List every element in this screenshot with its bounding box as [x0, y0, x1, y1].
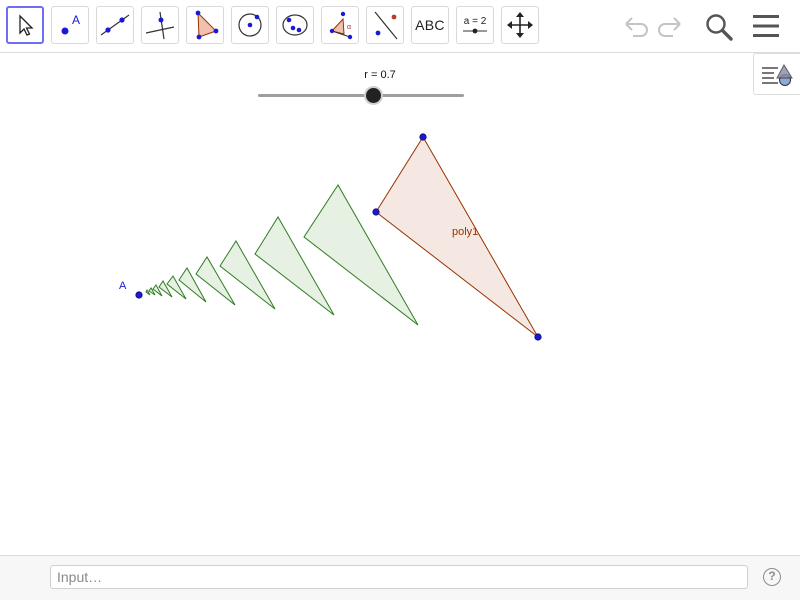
move-tool-button[interactable]: [6, 6, 44, 44]
text-tool-button[interactable]: ABC: [411, 6, 449, 44]
slider-tool-button[interactable]: a = 2: [456, 6, 494, 44]
line-through-points-icon: [100, 14, 130, 36]
circle-three-points-icon: [282, 14, 308, 36]
point-icon: A: [61, 13, 80, 35]
perpendicular-line-icon: [145, 11, 175, 40]
polygon-icon: [195, 10, 219, 40]
arrow-cursor-icon: [19, 14, 34, 36]
perpendicular-line-tool-button[interactable]: [141, 6, 179, 44]
redo-button[interactable]: [655, 12, 687, 40]
polygon-label: poly1: [452, 226, 478, 238]
undo-button[interactable]: [619, 12, 651, 40]
iterated-triangles: [145, 184, 419, 326]
graphics-view[interactable]: poly1 A: [0, 54, 800, 555]
point-tool-button[interactable]: A: [51, 6, 89, 44]
circle-three-points-tool-button[interactable]: [276, 6, 314, 44]
angle-tool-button[interactable]: α: [321, 6, 359, 44]
angle-icon: α: [329, 11, 353, 40]
svg-text:α: α: [347, 24, 351, 31]
search-button[interactable]: [703, 11, 735, 43]
circle-center-point-icon: [238, 13, 262, 37]
move-graphics-tool-button[interactable]: [501, 6, 539, 44]
vertex-point[interactable]: [534, 333, 542, 341]
reflect-tool-button[interactable]: [366, 6, 404, 44]
point-A-label: A: [119, 280, 127, 292]
text-icon: ABC: [415, 17, 445, 33]
circle-tool-button[interactable]: [231, 6, 269, 44]
redo-icon: [658, 17, 681, 37]
vertex-point[interactable]: [372, 208, 380, 216]
undo-icon: [625, 17, 648, 37]
point-A[interactable]: [135, 291, 143, 299]
reflect-about-line-icon: [374, 11, 398, 40]
input-bar: ?: [0, 555, 800, 600]
main-menu-button[interactable]: [750, 12, 782, 40]
move-arrows-icon: [507, 12, 533, 38]
slider-icon-label: a = 2: [463, 15, 487, 27]
vertex-point[interactable]: [419, 133, 427, 141]
toolbar: A α ABC a = 2: [0, 0, 800, 53]
menu-icon: [753, 15, 779, 37]
line-tool-button[interactable]: [96, 6, 134, 44]
polygon-tool-button[interactable]: [186, 6, 224, 44]
slider-icon: [463, 28, 487, 33]
search-icon: [706, 14, 733, 41]
help-icon[interactable]: ?: [763, 568, 781, 586]
svg-text:A: A: [72, 13, 80, 27]
input-field[interactable]: [50, 565, 748, 589]
